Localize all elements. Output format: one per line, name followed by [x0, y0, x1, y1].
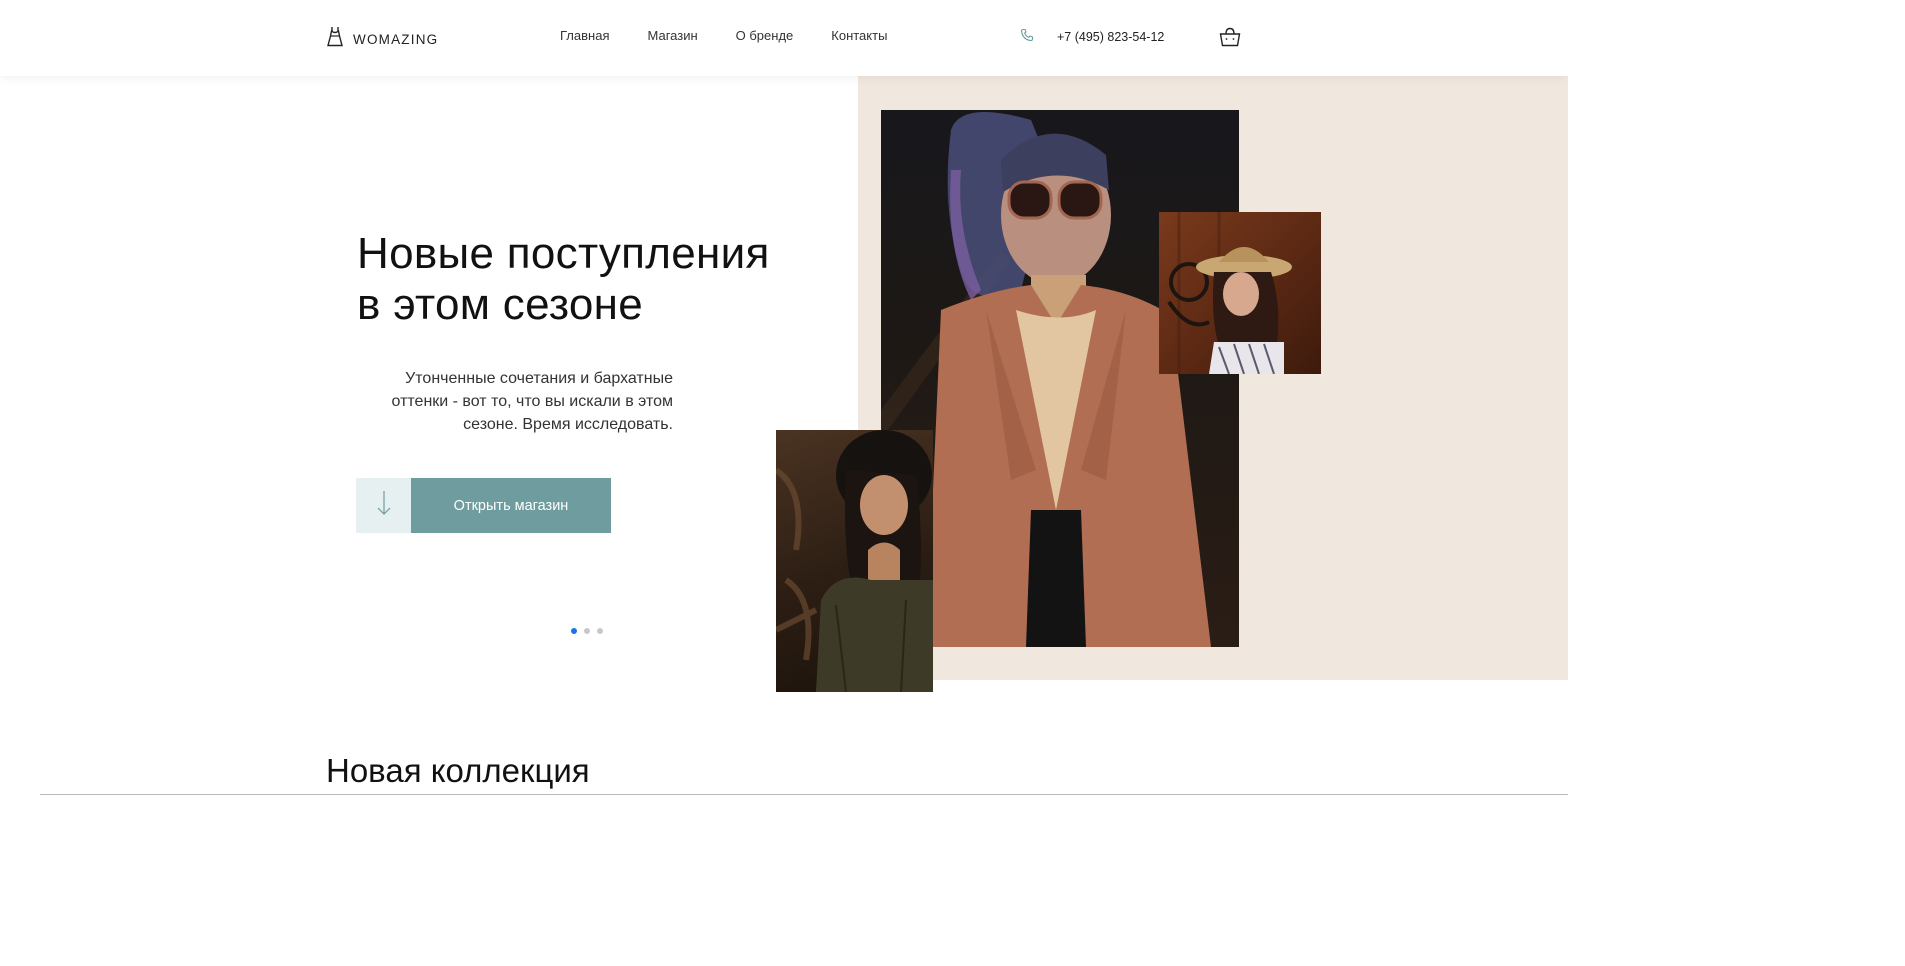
slider-dot-1[interactable]: [571, 628, 577, 634]
arrow-down-icon: [376, 489, 392, 522]
page: WOMAZING Главная Магазин О бренде Контак…: [0, 0, 1568, 795]
hero-title: Новые поступления в этом сезоне: [357, 228, 770, 330]
hero-title-line-1: Новые поступления: [357, 229, 770, 278]
slider-dot-2[interactable]: [584, 628, 590, 634]
main-nav: Главная Магазин О бренде Контакты: [560, 28, 887, 43]
hero-subtitle: Утонченные сочетания и бархатные оттенки…: [391, 370, 673, 433]
slider-dots: [571, 628, 603, 634]
nav-item-contacts[interactable]: Контакты: [831, 28, 887, 43]
scroll-down-button[interactable]: [356, 478, 411, 533]
logo[interactable]: WOMAZING: [327, 26, 438, 52]
nav-item-about[interactable]: О бренде: [736, 28, 794, 43]
shopping-basket-icon[interactable]: [1219, 27, 1241, 52]
hero-main-image: [881, 110, 1239, 647]
nav-item-home[interactable]: Главная: [560, 28, 609, 43]
phone-number[interactable]: +7 (495) 823-54-12: [1057, 30, 1164, 44]
hero-secondary-image-right: [1159, 212, 1321, 374]
dress-icon: [327, 26, 343, 52]
slider-dot-3[interactable]: [597, 628, 603, 634]
open-shop-button[interactable]: Открыть магазин: [411, 478, 611, 533]
new-collection-title: Новая коллекция: [326, 752, 590, 789]
phone-icon[interactable]: [1020, 28, 1034, 47]
bottom-divider: [40, 794, 1568, 795]
hero-title-line-2: в этом сезоне: [357, 280, 644, 329]
nav-item-shop[interactable]: Магазин: [647, 28, 697, 43]
site-header: WOMAZING Главная Магазин О бренде Контак…: [0, 0, 1568, 76]
logo-text: WOMAZING: [353, 31, 439, 47]
hero-secondary-image-left: [776, 430, 933, 692]
